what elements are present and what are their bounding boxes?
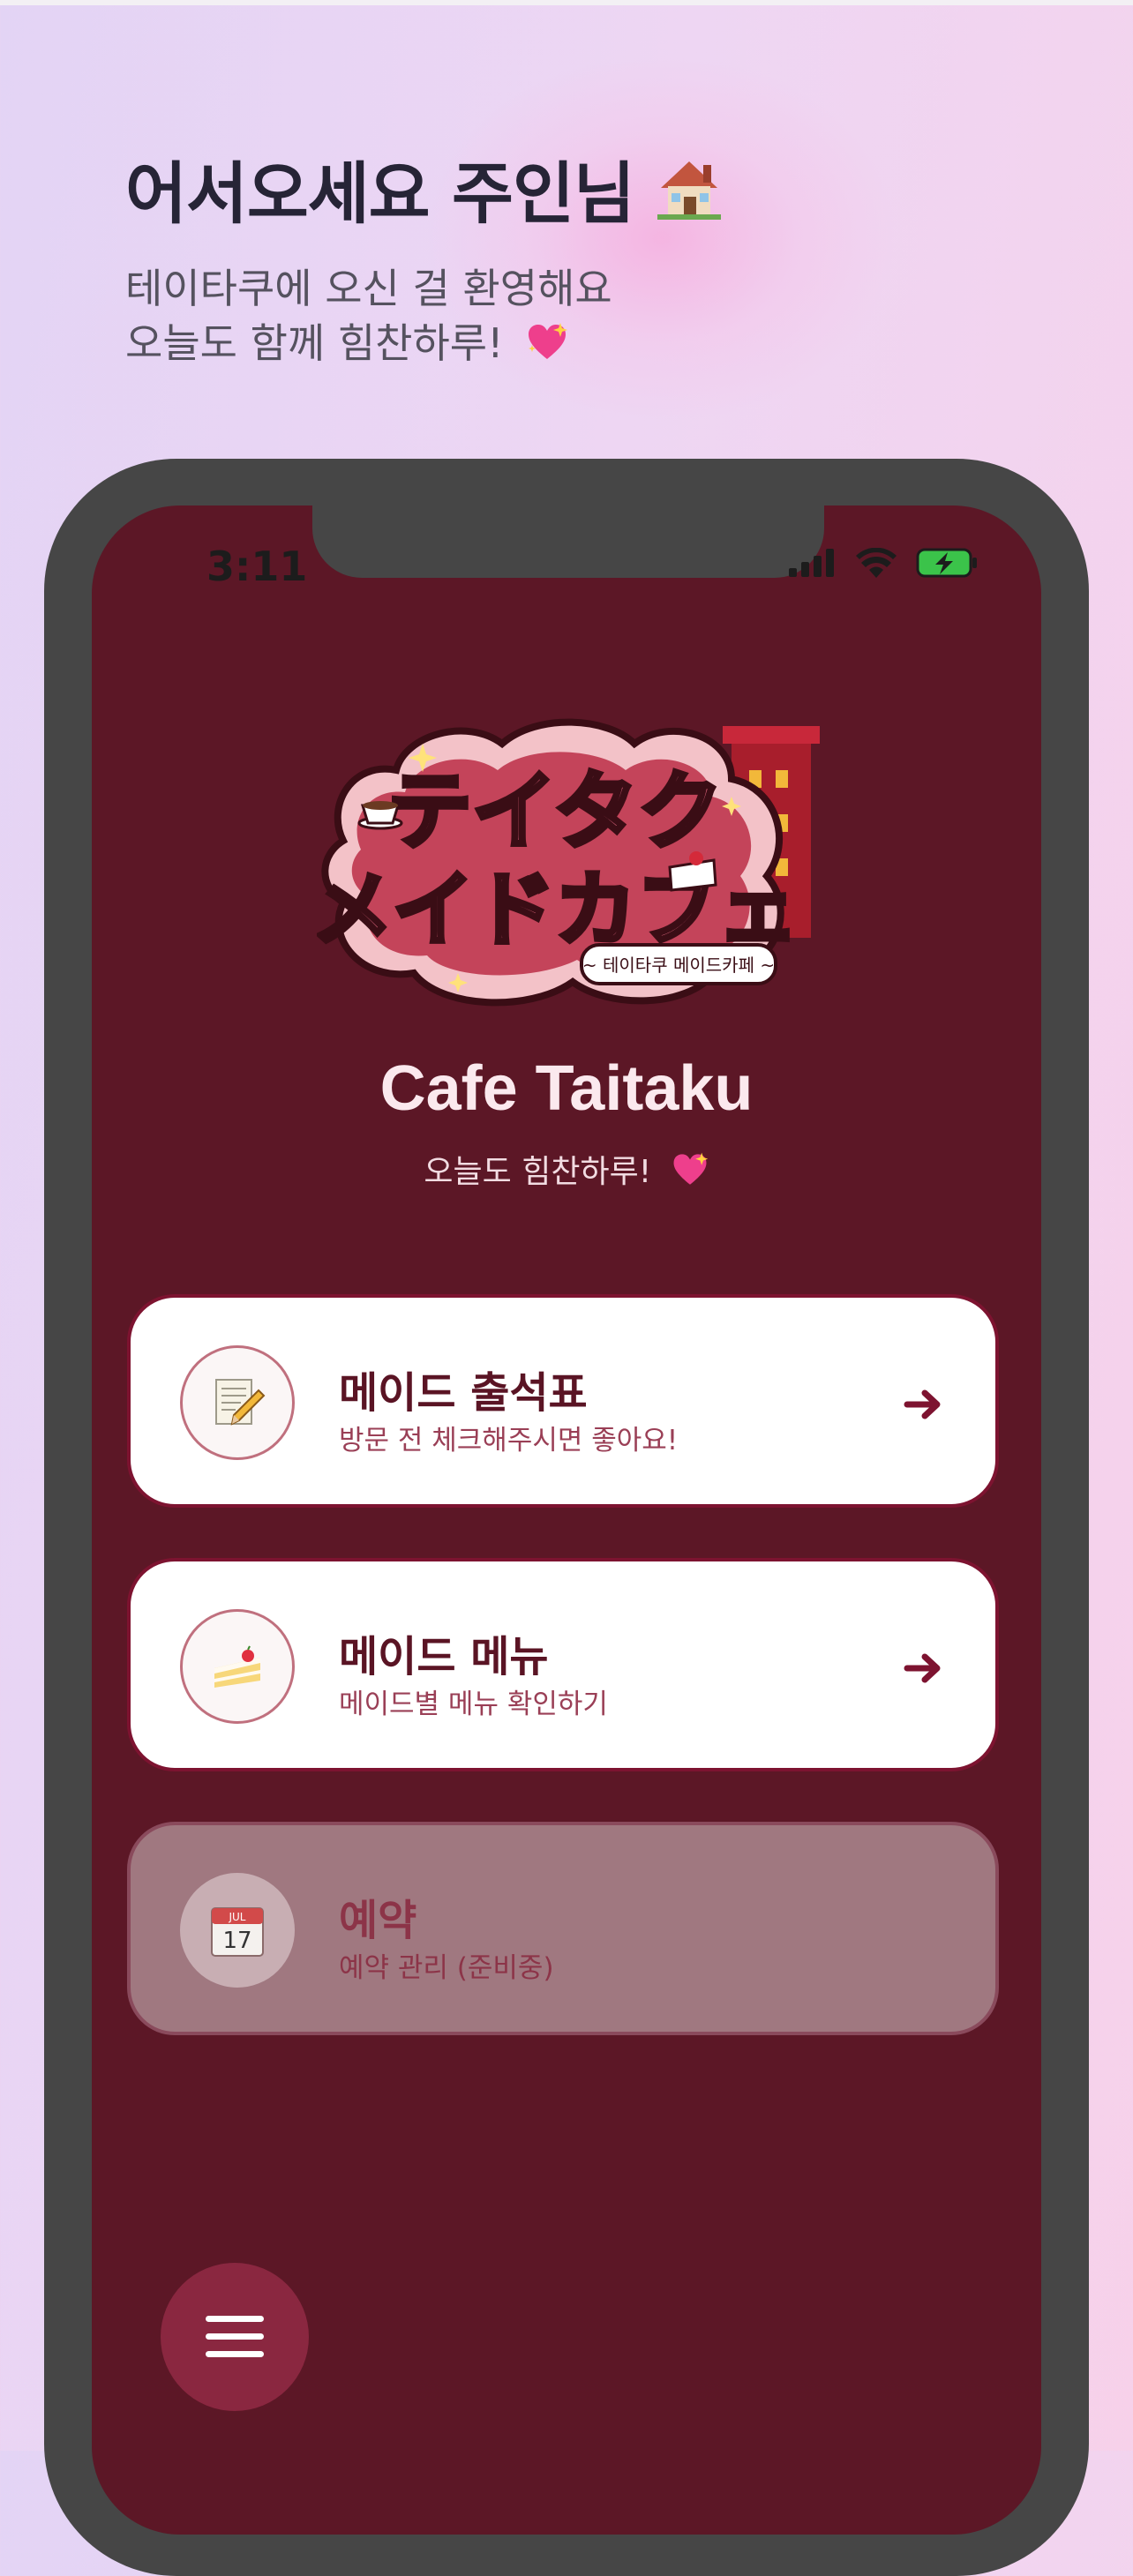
menu-button[interactable] bbox=[161, 2263, 309, 2411]
sparkling-heart-icon bbox=[529, 323, 568, 359]
welcome-line-2-row: 오늘도 함께 힘찬하루! bbox=[125, 316, 612, 371]
welcome-line-2: 오늘도 함께 힘찬하루! bbox=[125, 319, 504, 367]
logo-subtext: ~ 테이타쿠 메이드카페 ~ bbox=[582, 955, 775, 976]
card-title: 메이드 메뉴 bbox=[339, 1632, 549, 1681]
card-title: 예약 bbox=[339, 1896, 417, 1945]
calendar-day: 17 bbox=[222, 1928, 251, 1954]
signal-icon bbox=[789, 549, 834, 577]
welcome-title: 어서오세요 주인님 bbox=[125, 139, 724, 236]
calendar-month: JUL bbox=[228, 1911, 245, 1923]
phone-screen: 3:11 テイタク メイドカフェ ~ 테이타쿠 메이드카페 ~ Cafe Tai… bbox=[92, 505, 1041, 2535]
card-title: 메이드 출석표 bbox=[339, 1368, 588, 1418]
top-strip bbox=[0, 0, 1133, 5]
memo-icon bbox=[215, 1379, 266, 1426]
battery-charging-icon bbox=[916, 548, 977, 578]
status-icons bbox=[789, 548, 979, 578]
welcome-title-text: 어서오세요 주인님 bbox=[125, 154, 635, 233]
maid-menu-card[interactable]: 메이드 메뉴 메이드별 메뉴 확인하기 bbox=[127, 1558, 999, 1771]
sparkling-heart-icon bbox=[673, 1152, 708, 1185]
coffee-cup-illustration bbox=[357, 801, 403, 830]
welcome-subtitle: 테이타쿠에 오신 걸 환영해요 오늘도 함께 힘찬하루! bbox=[125, 261, 612, 371]
cafe-logo: テイタク メイドカフェ ~ 테이타쿠 메이드카페 ~ bbox=[317, 718, 820, 1007]
card-icon-circle bbox=[180, 1609, 295, 1724]
wifi-icon bbox=[856, 548, 897, 578]
cafe-title: Cafe Taitaku bbox=[379, 1053, 754, 1124]
reservation-card: JUL 17 예약 예약 관리 (준비중) bbox=[127, 1822, 999, 2035]
arrow-right-icon bbox=[904, 1653, 941, 1683]
svg-text:メイドカフェ: メイドカフェ bbox=[317, 863, 799, 957]
house-icon bbox=[657, 161, 721, 220]
card-icon-circle bbox=[180, 1345, 295, 1460]
cake-icon bbox=[214, 1645, 260, 1688]
cafe-subtitle: 오늘도 힘찬하루! bbox=[92, 1146, 1041, 1192]
svg-text:テイタク: テイタク bbox=[387, 762, 723, 861]
arrow-right-icon bbox=[904, 1389, 941, 1419]
attendance-card[interactable]: 메이드 출석표 방문 전 체크해주시면 좋아요! bbox=[127, 1294, 999, 1508]
cafe-subtitle-text: 오늘도 힘찬하루! bbox=[424, 1154, 652, 1190]
card-icon-circle: JUL 17 bbox=[180, 1873, 295, 1988]
calendar-icon: JUL 17 bbox=[211, 1907, 264, 1957]
status-time: 3:11 bbox=[206, 543, 308, 590]
card-description: 예약 관리 (준비중) bbox=[339, 1952, 554, 1984]
card-description: 방문 전 체크해주시면 좋아요! bbox=[339, 1425, 679, 1456]
hamburger-menu-icon bbox=[206, 2316, 264, 2357]
welcome-line-1: 테이타쿠에 오신 걸 환영해요 bbox=[125, 265, 612, 312]
card-description: 메이드별 메뉴 확인하기 bbox=[339, 1689, 608, 1720]
notch bbox=[312, 505, 824, 578]
